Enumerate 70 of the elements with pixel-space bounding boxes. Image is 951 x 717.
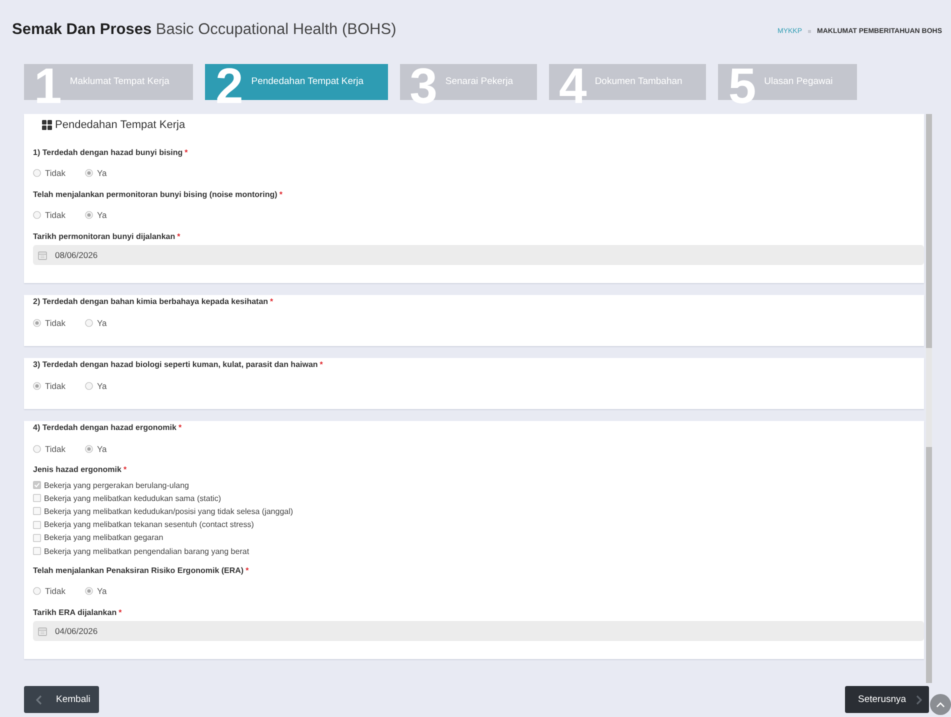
radio-button[interactable] (33, 444, 41, 452)
back-button[interactable]: Kembali (24, 686, 99, 713)
scrollbar-thumb[interactable] (926, 114, 932, 348)
checkbox[interactable] (33, 481, 41, 490)
option-label[interactable]: Tidak (45, 444, 66, 454)
option-label[interactable]: Ya (97, 586, 107, 596)
checkbox[interactable] (33, 547, 41, 556)
option-label[interactable]: Bekerja yang melibatkan tekanan sesentuh (contact stress) (44, 520, 254, 530)
radio-button[interactable] (85, 318, 93, 326)
breadcrumb-separator-icon (808, 30, 812, 33)
option-label[interactable]: Tidak (45, 318, 66, 328)
radio-button[interactable] (33, 382, 41, 390)
page-title: Semak Dan Proses Basic Occupational Health (BOHS) (12, 20, 396, 40)
field-label: Tarikh ERA dijalankan (33, 608, 117, 617)
checkbox[interactable] (33, 520, 41, 529)
option-label[interactable]: Tidak (45, 210, 66, 220)
field-label: 2) Terdedah dengan bahan kimia berbahaya kepada kesihatan (33, 297, 268, 306)
option-label[interactable]: Ya (97, 318, 107, 328)
field-label: 4) Terdedah dengan hazad ergonomik (33, 423, 176, 432)
required-mark: * (279, 190, 282, 198)
radio-button[interactable] (85, 587, 93, 596)
checkbox[interactable] (33, 507, 41, 516)
field-label: Tarikh permonitoran bunyi dijalankan (33, 232, 176, 240)
calendar-icon (38, 626, 47, 636)
option-label[interactable]: Tidak (45, 586, 66, 596)
radio-button[interactable] (33, 587, 41, 596)
option-label[interactable]: Tidak (45, 168, 66, 178)
radio-button[interactable] (33, 169, 41, 177)
radio-button[interactable] (85, 169, 93, 177)
option-label[interactable]: Ya (97, 168, 107, 178)
required-mark: * (177, 232, 180, 240)
calendar-icon (38, 250, 47, 260)
required-mark: * (118, 608, 122, 617)
date-field[interactable]: 04/06/2026 (33, 621, 924, 642)
radio-button[interactable] (33, 318, 41, 326)
required-mark: * (270, 297, 274, 306)
option-label[interactable]: Bekerja yang pergerakan berulang-ulang (44, 480, 189, 490)
field-label: Telah menjalankan Penaksiran Risiko Ergonomik (ERA) (33, 566, 244, 575)
date-field[interactable]: 08/06/2026 (33, 245, 924, 265)
required-mark: * (178, 423, 182, 432)
checkbox[interactable] (33, 534, 41, 542)
option-label[interactable]: Bekerja yang melibatkan pengendalian barang yang berat (44, 546, 250, 556)
option-label[interactable]: Ya (97, 380, 107, 390)
required-mark: * (320, 360, 323, 369)
chevron-up-icon (936, 702, 945, 708)
grid-icon (42, 120, 52, 130)
option-label[interactable]: Bekerja yang melibatkan kedudukan/posisi yang tidak selesa (janggal) (44, 506, 294, 516)
section-heading: Pendedahan Tempat Kerja (55, 119, 186, 131)
field-label: 3) Terdedah dengan hazad biologi seperti kuman, kulat, parasit dan haiwan (33, 360, 318, 369)
chevron-left-icon (36, 694, 42, 704)
scroll-to-top-button[interactable] (930, 694, 951, 715)
radio-button[interactable] (85, 382, 93, 390)
scrollbar-thumb[interactable] (926, 447, 932, 683)
required-mark: * (184, 148, 188, 156)
option-label[interactable]: Tidak (45, 380, 66, 390)
chevron-right-icon (916, 694, 922, 704)
field-label: 1) Terdedah dengan hazad bunyi bising (33, 148, 183, 156)
field-label: Jenis hazad ergonomik (33, 465, 122, 474)
required-mark: * (246, 566, 249, 575)
radio-button[interactable] (85, 211, 93, 219)
option-label[interactable]: Bekerja yang melibatkan kedudukan sama (static) (44, 494, 221, 503)
option-label[interactable]: Ya (97, 444, 107, 454)
checkbox[interactable] (33, 494, 41, 502)
field-label: Telah menjalankan permonitoran bunyi bising (noise montoring) (33, 190, 278, 198)
radio-button[interactable] (33, 211, 41, 219)
option-label[interactable]: Ya (97, 210, 107, 220)
next-button[interactable]: Seterusnya (845, 686, 929, 713)
required-mark: * (123, 465, 127, 474)
option-label[interactable]: Bekerja yang melibatkan gegaran (44, 533, 164, 542)
radio-button[interactable] (85, 444, 93, 452)
